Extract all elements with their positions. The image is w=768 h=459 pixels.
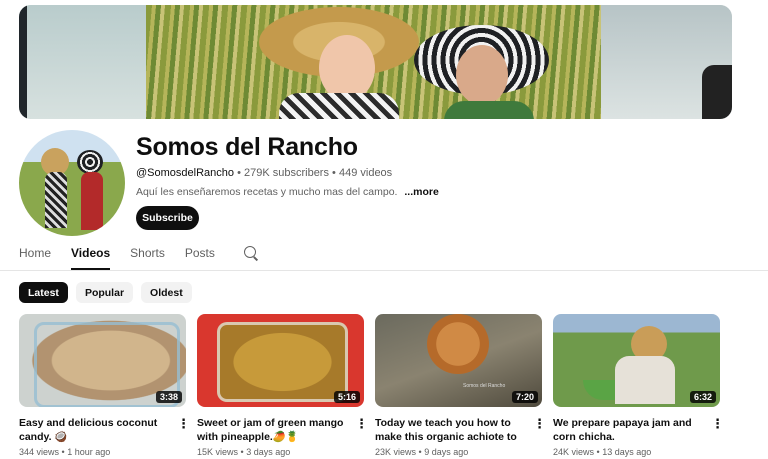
- video-duration: 3:38: [155, 391, 182, 403]
- video-stats: 23K views • 9 days ago: [375, 447, 468, 457]
- banner-camera: [702, 65, 732, 119]
- video-duration: 7:20: [511, 391, 538, 403]
- channel-description[interactable]: Aquí les enseñaremos recetas y mucho mas…: [136, 186, 439, 198]
- subscribe-button[interactable]: Subscribe: [136, 206, 199, 230]
- video-title[interactable]: Today we teach you how to make this orga…: [375, 416, 525, 444]
- meta-separator: •: [237, 167, 241, 179]
- subscriber-count: 279K subscribers: [243, 167, 329, 179]
- video-stats: 24K views • 13 days ago: [553, 447, 651, 457]
- more-actions-icon[interactable]: ⋮: [533, 417, 546, 431]
- video-thumbnail[interactable]: 6:32: [553, 314, 720, 407]
- chip-popular[interactable]: Popular: [75, 282, 134, 303]
- stats-separator: •: [596, 447, 600, 457]
- video-views: 24K views: [553, 447, 595, 457]
- video-views: 23K views: [375, 447, 417, 457]
- stats-separator: •: [418, 447, 422, 457]
- avatar-person-left: [45, 172, 67, 228]
- search-icon[interactable]: [243, 245, 259, 261]
- tab-home[interactable]: Home: [19, 246, 51, 270]
- chip-latest[interactable]: Latest: [19, 282, 68, 303]
- video-thumbnail[interactable]: 3:38: [19, 314, 186, 407]
- video-views: 344 views: [19, 447, 60, 457]
- banner-person-left: [319, 35, 375, 101]
- avatar-person-right-hat: [77, 150, 103, 174]
- banner-person-right: [456, 45, 508, 105]
- video-card[interactable]: 6:32 We prepare papaya jam and corn chic…: [553, 314, 724, 457]
- more-link[interactable]: ...more: [404, 186, 438, 198]
- channel-avatar[interactable]: [19, 130, 125, 236]
- channel-banner: [19, 5, 732, 119]
- channel-meta: @SomosdelRancho • 279K subscribers • 449…: [136, 167, 392, 179]
- video-thumbnail[interactable]: 5:16: [197, 314, 364, 407]
- banner-green-shirt: [444, 101, 534, 119]
- banner-plaid-shirt: [279, 93, 399, 119]
- video-card[interactable]: 5:16 Sweet or jam of green mango with pi…: [197, 314, 368, 457]
- stats-separator: •: [61, 447, 65, 457]
- video-thumbnail[interactable]: 7:20: [375, 314, 542, 407]
- channel-name: Somos del Rancho: [136, 133, 358, 161]
- video-views: 15K views: [197, 447, 239, 457]
- video-age: 9 days ago: [424, 447, 469, 457]
- more-actions-icon[interactable]: ⋮: [177, 417, 190, 431]
- video-age: 3 days ago: [246, 447, 291, 457]
- tab-shorts[interactable]: Shorts: [130, 246, 165, 270]
- channel-tabs: Home Videos Shorts Posts: [19, 246, 259, 270]
- channel-handle[interactable]: @SomosdelRancho: [136, 167, 234, 179]
- video-stats: 344 views • 1 hour ago: [19, 447, 110, 457]
- more-actions-icon[interactable]: ⋮: [711, 417, 724, 431]
- meta-separator: •: [332, 167, 336, 179]
- video-age: 1 hour ago: [67, 447, 111, 457]
- tab-posts[interactable]: Posts: [185, 246, 215, 270]
- more-actions-icon[interactable]: ⋮: [355, 417, 368, 431]
- avatar-person-right: [81, 172, 103, 230]
- video-card[interactable]: 7:20 Today we teach you how to make this…: [375, 314, 546, 457]
- video-duration: 6:32: [689, 391, 716, 403]
- tab-videos[interactable]: Videos: [71, 246, 111, 270]
- tabs-divider: [0, 270, 768, 271]
- stats-separator: •: [240, 447, 244, 457]
- thumbnail-bowl: [583, 380, 633, 400]
- video-stats: 15K views • 3 days ago: [197, 447, 290, 457]
- video-title[interactable]: We prepare papaya jam and corn chicha.: [553, 416, 703, 444]
- video-title[interactable]: Sweet or jam of green mango with pineapp…: [197, 416, 347, 444]
- video-duration: 5:16: [333, 391, 360, 403]
- sort-chips: Latest Popular Oldest: [19, 282, 192, 303]
- description-text: Aquí les enseñaremos recetas y mucho mas…: [136, 186, 398, 198]
- chip-oldest[interactable]: Oldest: [141, 282, 192, 303]
- video-count: 449 videos: [338, 167, 393, 179]
- video-card[interactable]: 3:38 Easy and delicious coconut candy. 🥥…: [19, 314, 190, 457]
- banner-wall-left: [19, 5, 146, 119]
- video-age: 13 days ago: [602, 447, 652, 457]
- video-title[interactable]: Easy and delicious coconut candy. 🥥: [19, 416, 169, 444]
